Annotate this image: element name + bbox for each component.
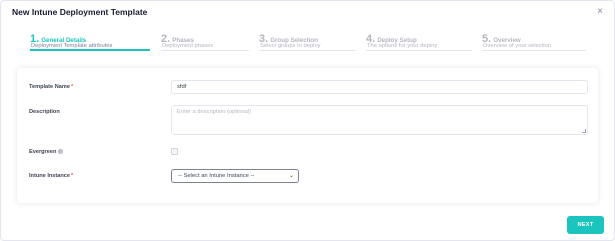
step-group-selection[interactable]: 3. Group Selection Select groups to deplo… bbox=[259, 29, 356, 53]
template-name-label: Template Name* bbox=[29, 84, 73, 90]
intune-instance-select[interactable]: -- Select an Intune Instance -- ⌄ bbox=[171, 169, 299, 183]
deployment-template-modal: New Intune Deployment Template × 1. Gener… bbox=[0, 0, 615, 241]
description-placeholder: Enter a description (optional) bbox=[177, 109, 252, 115]
next-button[interactable]: NEXT bbox=[567, 216, 604, 234]
step-progress-bar bbox=[259, 50, 356, 51]
info-icon[interactable]: i bbox=[58, 149, 64, 155]
step-phases[interactable]: 2. Phases Deployment phases bbox=[161, 29, 249, 53]
step-general-details[interactable]: 1. General Details Deployment Template at… bbox=[30, 29, 150, 53]
step-overview[interactable]: 5. Overview Overview of your selection bbox=[482, 29, 586, 53]
description-textarea[interactable]: Enter a description (optional) bbox=[171, 105, 588, 135]
intune-instance-label: Intune Instance* bbox=[29, 173, 73, 179]
description-label: Description bbox=[29, 109, 60, 115]
evergreen-label: Evergreen i bbox=[29, 149, 64, 155]
chevron-down-icon: ⌄ bbox=[288, 173, 294, 179]
step-progress-bar bbox=[161, 50, 249, 51]
intune-instance-label-text: Intune Instance bbox=[29, 173, 71, 179]
step-progress-bar bbox=[30, 49, 150, 51]
step-description: Select groups to deploy bbox=[260, 43, 321, 49]
evergreen-checkbox[interactable] bbox=[171, 148, 178, 155]
step-description: Overview of your selection bbox=[483, 43, 551, 49]
evergreen-label-text: Evergreen bbox=[29, 149, 57, 155]
step-description: Deployment phases bbox=[162, 43, 214, 49]
close-icon[interactable]: × bbox=[594, 6, 606, 18]
template-name-input[interactable]: sfdf bbox=[171, 80, 588, 94]
step-description: The options for your deploy bbox=[367, 43, 438, 49]
step-deploy-setup[interactable]: 4. Deploy Setup The options for your depl… bbox=[366, 29, 472, 53]
required-mark: * bbox=[71, 173, 74, 179]
intune-instance-selected: -- Select an Intune Instance -- bbox=[178, 173, 255, 179]
step-progress-bar bbox=[366, 50, 472, 51]
modal-title: New Intune Deployment Template bbox=[12, 7, 148, 17]
resize-handle-icon[interactable] bbox=[582, 129, 586, 133]
wizard-stepper: 1. General Details Deployment Template at… bbox=[30, 29, 590, 53]
general-details-form: Template Name* sfdf Description Enter a … bbox=[17, 68, 598, 203]
step-progress-bar bbox=[482, 50, 586, 51]
required-mark: * bbox=[70, 84, 74, 90]
template-name-label-text: Template Name bbox=[29, 84, 70, 90]
